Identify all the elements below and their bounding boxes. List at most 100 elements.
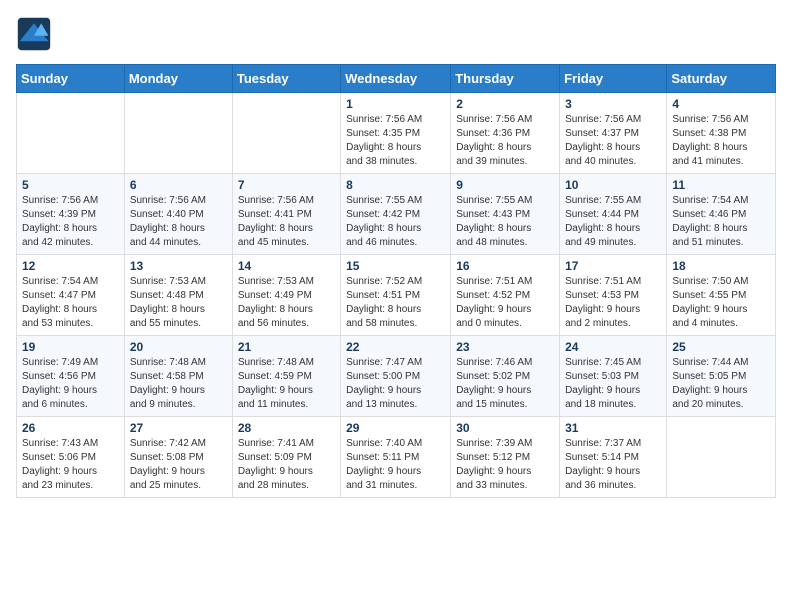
calendar-day-8: 8 Sunrise: 7:55 AM Sunset: 4:42 PM Daylig… [341,174,451,255]
day-content: Sunrise: 7:54 AM Sunset: 4:46 PM Dayligh… [672,194,770,250]
day-content: Sunrise: 7:47 AM Sunset: 5:00 PM Dayligh… [346,356,445,412]
calendar-day-18: 18Sunrise: 7:50 AM Sunset: 4:55 PM Dayli… [667,255,776,336]
calendar-day-7: 7 Sunrise: 7:56 AM Sunset: 4:41 PM Daylig… [232,174,340,255]
day-content: Sunrise: 7:56 AM Sunset: 4:41 PM Dayligh… [238,194,335,250]
day-number: 30 [456,421,554,435]
day-number: 6 [130,178,227,192]
day-content: Sunrise: 7:56 AM Sunset: 4:37 PM Dayligh… [565,113,661,169]
day-number: 11 [672,178,770,192]
day-content: Sunrise: 7:49 AM Sunset: 4:56 PM Dayligh… [22,356,119,412]
calendar-day-17: 17 Sunrise: 7:51 AM Sunset: 4:53 PM Dayli… [560,255,667,336]
day-number: 20 [130,340,227,354]
day-number: 16 [456,259,554,273]
calendar-day-28: 28 Sunrise: 7:41 AM Sunset: 5:09 PM Dayli… [232,417,340,498]
calendar-day-25: 25 Sunrise: 7:44 AM Sunset: 5:05 PM Dayli… [667,336,776,417]
day-content: Sunrise: 7:56 AM Sunset: 4:36 PM Dayligh… [456,113,554,169]
calendar-day-2: 2 Sunrise: 7:56 AM Sunset: 4:36 PM Daylig… [451,93,560,174]
calendar-day-4: 4Sunrise: 7:56 AM Sunset: 4:38 PM Daylig… [667,93,776,174]
day-content: Sunrise: 7:56 AM Sunset: 4:39 PM Dayligh… [22,194,119,250]
calendar-day-30: 30 Sunrise: 7:39 AM Sunset: 5:12 PM Dayli… [451,417,560,498]
calendar-day-1: 1 Sunrise: 7:56 AM Sunset: 4:35 PM Daylig… [341,93,451,174]
calendar-empty-cell [17,93,125,174]
calendar-week-row: 1 Sunrise: 7:56 AM Sunset: 4:35 PM Daylig… [17,93,776,174]
day-number: 10 [565,178,661,192]
day-content: Sunrise: 7:48 AM Sunset: 4:59 PM Dayligh… [238,356,335,412]
logo-icon [16,16,52,52]
day-content: Sunrise: 7:55 AM Sunset: 4:42 PM Dayligh… [346,194,445,250]
weekday-header-row: SundayMondayTuesdayWednesdayThursdayFrid… [17,65,776,93]
day-number: 28 [238,421,335,435]
calendar-day-27: 27 Sunrise: 7:42 AM Sunset: 5:08 PM Dayli… [124,417,232,498]
page-header [16,16,776,52]
calendar-day-5: 5 Sunrise: 7:56 AM Sunset: 4:39 PM Daylig… [17,174,125,255]
weekday-header-thursday: Thursday [451,65,560,93]
weekday-header-wednesday: Wednesday [341,65,451,93]
day-number: 17 [565,259,661,273]
calendar-day-9: 9Sunrise: 7:55 AM Sunset: 4:43 PM Daylig… [451,174,560,255]
day-number: 1 [346,97,445,111]
calendar-week-row: 12 Sunrise: 7:54 AM Sunset: 4:47 PM Dayli… [17,255,776,336]
day-content: Sunrise: 7:46 AM Sunset: 5:02 PM Dayligh… [456,356,554,412]
day-number: 21 [238,340,335,354]
day-content: Sunrise: 7:44 AM Sunset: 5:05 PM Dayligh… [672,356,770,412]
day-number: 2 [456,97,554,111]
calendar-day-14: 14 Sunrise: 7:53 AM Sunset: 4:49 PM Dayli… [232,255,340,336]
day-content: Sunrise: 7:51 AM Sunset: 4:52 PM Dayligh… [456,275,554,331]
day-content: Sunrise: 7:55 AM Sunset: 4:44 PM Dayligh… [565,194,661,250]
calendar-week-row: 5 Sunrise: 7:56 AM Sunset: 4:39 PM Daylig… [17,174,776,255]
day-number: 23 [456,340,554,354]
day-content: Sunrise: 7:53 AM Sunset: 4:49 PM Dayligh… [238,275,335,331]
day-content: Sunrise: 7:51 AM Sunset: 4:53 PM Dayligh… [565,275,661,331]
calendar-empty-cell [124,93,232,174]
calendar-day-22: 22 Sunrise: 7:47 AM Sunset: 5:00 PM Dayli… [341,336,451,417]
day-content: Sunrise: 7:41 AM Sunset: 5:09 PM Dayligh… [238,437,335,493]
day-number: 27 [130,421,227,435]
day-number: 26 [22,421,119,435]
calendar-day-12: 12 Sunrise: 7:54 AM Sunset: 4:47 PM Dayli… [17,255,125,336]
calendar-day-31: 31 Sunrise: 7:37 AM Sunset: 5:14 PM Dayli… [560,417,667,498]
day-number: 12 [22,259,119,273]
day-content: Sunrise: 7:40 AM Sunset: 5:11 PM Dayligh… [346,437,445,493]
calendar-day-3: 3 Sunrise: 7:56 AM Sunset: 4:37 PM Daylig… [560,93,667,174]
day-content: Sunrise: 7:42 AM Sunset: 5:08 PM Dayligh… [130,437,227,493]
day-content: Sunrise: 7:54 AM Sunset: 4:47 PM Dayligh… [22,275,119,331]
day-number: 7 [238,178,335,192]
day-number: 15 [346,259,445,273]
calendar-day-15: 15Sunrise: 7:52 AM Sunset: 4:51 PM Dayli… [341,255,451,336]
calendar-empty-cell [232,93,340,174]
day-number: 22 [346,340,445,354]
day-content: Sunrise: 7:56 AM Sunset: 4:35 PM Dayligh… [346,113,445,169]
weekday-header-friday: Friday [560,65,667,93]
day-content: Sunrise: 7:37 AM Sunset: 5:14 PM Dayligh… [565,437,661,493]
day-number: 24 [565,340,661,354]
weekday-header-saturday: Saturday [667,65,776,93]
calendar-day-23: 23 Sunrise: 7:46 AM Sunset: 5:02 PM Dayli… [451,336,560,417]
day-number: 19 [22,340,119,354]
weekday-header-sunday: Sunday [17,65,125,93]
calendar-day-13: 13Sunrise: 7:53 AM Sunset: 4:48 PM Dayli… [124,255,232,336]
day-number: 31 [565,421,661,435]
day-number: 5 [22,178,119,192]
calendar-day-10: 10 Sunrise: 7:55 AM Sunset: 4:44 PM Dayli… [560,174,667,255]
day-number: 4 [672,97,770,111]
day-content: Sunrise: 7:53 AM Sunset: 4:48 PM Dayligh… [130,275,227,331]
day-content: Sunrise: 7:56 AM Sunset: 4:40 PM Dayligh… [130,194,227,250]
day-content: Sunrise: 7:45 AM Sunset: 5:03 PM Dayligh… [565,356,661,412]
day-number: 25 [672,340,770,354]
day-number: 29 [346,421,445,435]
calendar-empty-cell [667,417,776,498]
calendar-day-16: 16 Sunrise: 7:51 AM Sunset: 4:52 PM Dayli… [451,255,560,336]
calendar-week-row: 26Sunrise: 7:43 AM Sunset: 5:06 PM Dayli… [17,417,776,498]
day-number: 14 [238,259,335,273]
calendar-day-24: 24 Sunrise: 7:45 AM Sunset: 5:03 PM Dayli… [560,336,667,417]
day-content: Sunrise: 7:50 AM Sunset: 4:55 PM Dayligh… [672,275,770,331]
day-number: 8 [346,178,445,192]
calendar-day-29: 29 Sunrise: 7:40 AM Sunset: 5:11 PM Dayli… [341,417,451,498]
day-number: 3 [565,97,661,111]
calendar-day-26: 26Sunrise: 7:43 AM Sunset: 5:06 PM Dayli… [17,417,125,498]
calendar-day-19: 19 Sunrise: 7:49 AM Sunset: 4:56 PM Dayli… [17,336,125,417]
calendar-day-20: 20 Sunrise: 7:48 AM Sunset: 4:58 PM Dayli… [124,336,232,417]
calendar-week-row: 19 Sunrise: 7:49 AM Sunset: 4:56 PM Dayli… [17,336,776,417]
day-content: Sunrise: 7:48 AM Sunset: 4:58 PM Dayligh… [130,356,227,412]
day-content: Sunrise: 7:39 AM Sunset: 5:12 PM Dayligh… [456,437,554,493]
